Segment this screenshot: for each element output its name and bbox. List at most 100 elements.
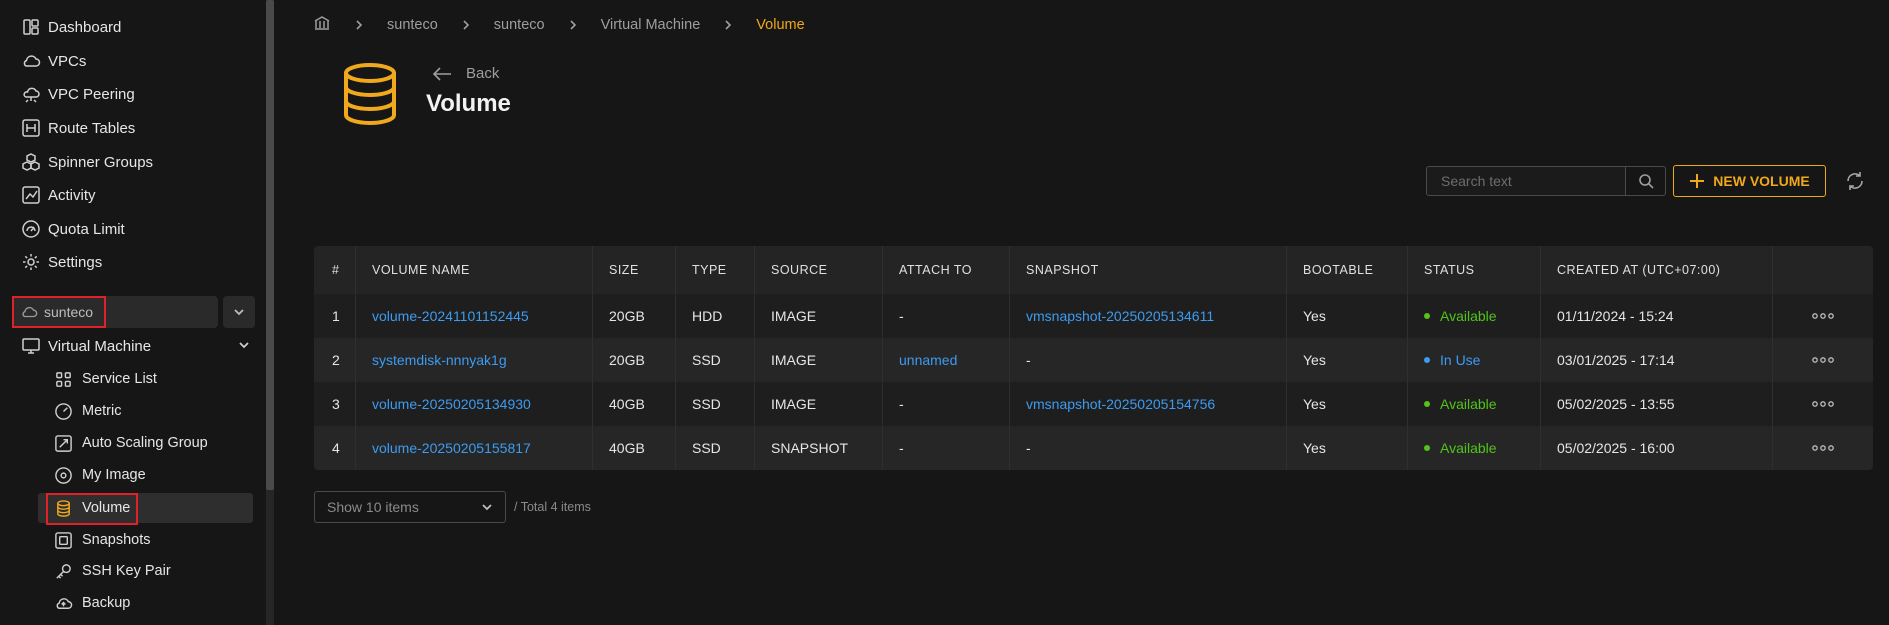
nav-route-tables[interactable]: Route Tables [20,116,135,140]
nav-activity[interactable]: Activity [20,183,96,207]
chevron-down-icon[interactable] [237,338,251,352]
type-text: HDD [692,308,723,324]
table-row[interactable]: 2 systemdisk-nnnyak1g 20GB SSD IMAGE unnamed -… [314,338,1873,382]
attach-to-cell: unnamed [883,338,1010,382]
bootable-text: Yes [1303,396,1326,412]
monitor-icon [20,335,42,357]
nav-vpc-peering[interactable]: VPC Peering [20,82,135,106]
type-text: SSD [692,352,721,368]
sidebar-item-ssh-key-pair[interactable]: SSH Key Pair [52,559,171,583]
chevron-down-icon [482,504,492,511]
breadcrumb-item[interactable]: Virtual Machine [601,17,701,33]
bootable-cell: Yes [1287,338,1408,382]
cloud-icon [20,50,42,72]
status-badge: Available [1424,396,1497,412]
back-link[interactable]: Back [432,65,499,82]
source-cell: IMAGE [755,382,883,426]
volume-name-link[interactable]: volume-20241101152445 [372,308,529,324]
sidebar-item-snapshots[interactable]: Snapshots [52,528,151,552]
new-volume-label: NEW VOLUME [1713,173,1810,189]
page-size-select[interactable]: Show 10 items [314,491,506,523]
quota-icon [20,218,42,240]
nav-dashboard[interactable]: Dashboard [20,15,121,39]
breadcrumb: sunteco sunteco Virtual Machine Volume [313,14,805,36]
nav-virtual-machine[interactable]: Virtual Machine [20,334,151,358]
breadcrumb-item[interactable]: sunteco [387,17,438,33]
created-at-text: 05/02/2025 - 13:55 [1557,396,1675,412]
snapshot-cell: vmsnapshot-20250205154756 [1010,382,1287,426]
nav-spinner-groups[interactable]: Spinner Groups [20,150,153,174]
page-size-label: Show 10 items [327,499,419,515]
sidebar-item-metric[interactable]: Metric [52,399,121,423]
nav-label: Quota Limit [48,220,125,238]
attach-to-link[interactable]: unnamed [899,352,957,368]
active-item-outline [46,493,138,525]
table-row[interactable]: 4 volume-20250205155817 40GB SSD SNAPSHOT - - Y… [314,426,1873,470]
nav-vpcs[interactable]: VPCs [20,49,86,73]
database-icon [342,63,398,126]
project-dropdown-button[interactable] [223,296,255,328]
volume-name-cell: volume-20241101152445 [356,294,593,338]
sidebar-item-service-list[interactable]: Service List [52,367,157,391]
size-cell: 40GB [593,426,676,470]
sidebar-item-label: Snapshots [82,532,151,548]
volume-name-link[interactable]: systemdisk-nnnyak1g [372,352,507,368]
more-actions-icon[interactable] [1773,338,1873,382]
nav-settings[interactable]: Settings [20,250,102,274]
table-header: # VOLUME NAME SIZE TYPE SOURCE ATTACH TO… [314,246,1873,294]
refresh-icon[interactable] [1843,169,1867,193]
column-header [1773,246,1873,294]
size-text: 40GB [609,440,645,456]
more-actions-icon[interactable] [1773,426,1873,470]
project-select-label[interactable]: sunteco [12,296,106,328]
new-volume-button[interactable]: NEW VOLUME [1673,165,1826,197]
dashboard-icon [20,16,42,38]
column-header: TYPE [676,246,755,294]
nav-quota-limit[interactable]: Quota Limit [20,217,125,241]
backup-cloud-icon [52,592,74,614]
snapshot-icon [52,529,74,551]
grid-icon [52,368,74,390]
sidebar-item-label: Auto Scaling Group [82,435,208,451]
row-index: 1 [314,294,356,338]
volume-name-link[interactable]: volume-20250205155817 [372,440,531,456]
table-row[interactable]: 1 volume-20241101152445 20GB HDD IMAGE - vmsna… [314,294,1873,338]
search-input[interactable] [1426,166,1626,196]
nav-label: Virtual Machine [48,337,152,355]
size-cell: 40GB [593,382,676,426]
created-at-text: 05/02/2025 - 16:00 [1557,440,1675,456]
size-text: 20GB [609,352,645,368]
attach-to-text: - [899,396,904,412]
sidebar-item-auto-scaling[interactable]: Auto Scaling Group [52,431,208,455]
snapshot-link[interactable]: vmsnapshot-20250205154756 [1026,396,1215,412]
size-cell: 20GB [593,338,676,382]
snapshot-text: - [1026,440,1031,456]
table-row[interactable]: 3 volume-20250205134930 40GB SSD IMAGE - vmsna… [314,382,1873,426]
snapshot-link[interactable]: vmsnapshot-20250205134611 [1026,308,1214,324]
home-icon[interactable] [313,14,331,36]
created-at-cell: 05/02/2025 - 13:55 [1541,382,1773,426]
status-text: Available [1440,396,1497,412]
search-button[interactable] [1625,166,1666,196]
column-header: ATTACH TO [883,246,1010,294]
snapshot-cell: - [1010,426,1287,470]
source-text: SNAPSHOT [771,440,849,456]
volume-name-link[interactable]: volume-20250205134930 [372,396,531,412]
row-index-text: 4 [332,440,340,456]
volume-name-cell: volume-20250205155817 [356,426,593,470]
arrow-left-icon [432,66,451,81]
table-body: 1 volume-20241101152445 20GB HDD IMAGE - vmsna… [314,294,1873,470]
more-actions-icon[interactable] [1773,382,1873,426]
chevron-right-icon [331,20,387,30]
sidebar-item-label: Service List [82,371,157,387]
sidebar-item-my-image[interactable]: My Image [52,463,146,487]
attach-to-text: - [899,440,904,456]
sidebar-scrollbar-thumb[interactable] [266,0,274,490]
sidebar-item-backup[interactable]: Backup [52,591,130,615]
created-at-cell: 01/11/2024 - 15:24 [1541,294,1773,338]
sidebar-item-label: SSH Key Pair [82,563,171,579]
project-name: sunteco [44,304,94,320]
breadcrumb-item[interactable]: sunteco [494,17,545,33]
breadcrumb-current: Volume [756,17,805,33]
more-actions-icon[interactable] [1773,294,1873,338]
